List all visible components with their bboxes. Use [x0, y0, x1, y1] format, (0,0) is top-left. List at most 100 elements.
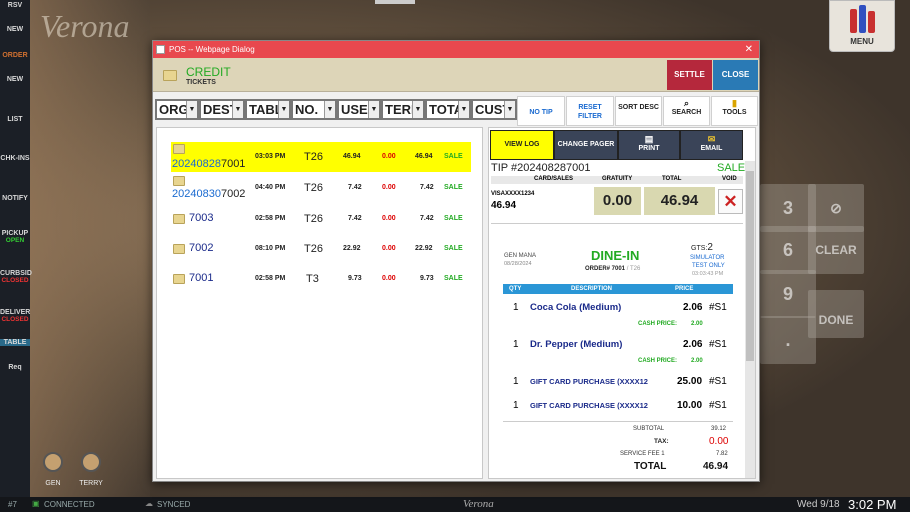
simulator-label: SIMULATOR [690, 255, 725, 261]
connected-icon: ▣ [32, 499, 40, 508]
receipt-date: 08/28/2024 [504, 261, 532, 267]
scrollbar-thumb[interactable] [746, 171, 754, 361]
price-header: PRICE [675, 286, 694, 292]
ticket-table: T26 [304, 243, 323, 255]
ticket-total: 46.94 [415, 153, 433, 160]
change-pager-button[interactable]: CHANGE PAGER [554, 130, 618, 160]
item-description: GIFT CARD PURCHASE (XXXX12 [530, 377, 648, 386]
email-button[interactable]: ✉ EMAIL [680, 130, 743, 160]
nav-new-order[interactable]: NEW [0, 76, 30, 83]
ticket-tip: 0.00 [382, 184, 396, 191]
filter-number[interactable]: NO. ▼ [291, 99, 337, 120]
ticket-amount: 46.94 [343, 153, 361, 160]
search-label: SEARCH [671, 109, 702, 116]
nav-delivery[interactable]: DELIVER CLOSED [0, 309, 30, 323]
nav-curbside[interactable]: CURBSID CLOSED [0, 270, 32, 284]
cash-price-label: CASH PRICE: [638, 321, 678, 327]
item-price: 25.00 [677, 376, 703, 387]
nav-req[interactable]: Req [0, 364, 30, 371]
staff-terry[interactable]: TERRY [76, 452, 106, 494]
menu-button[interactable]: MENU [829, 0, 895, 52]
ticket-amount: 9.73 [348, 275, 362, 282]
folder-icon [163, 70, 177, 81]
tools-label: TOOLS [722, 109, 747, 116]
staff-name: TERRY [79, 480, 103, 487]
ticket-status: SALE [444, 215, 463, 222]
sale-status: SALE [717, 162, 746, 174]
filter-customer[interactable]: CUST ▼ [471, 99, 517, 120]
email-label: EMAIL [700, 145, 723, 152]
sort-desc-button[interactable]: SORT DESC [615, 96, 662, 126]
ticket-time: 03:03 PM [255, 153, 286, 160]
guest-count: GTS:2 [691, 242, 713, 253]
dialog-header: CREDIT TICKETS SETTLE CLOSE [153, 58, 759, 92]
filter-org[interactable]: ORG ▼ [155, 99, 199, 120]
search-icon: ⌕ [683, 98, 690, 108]
keypad-done: DONE [808, 290, 864, 338]
tools-button[interactable]: ▮ TOOLS [711, 96, 758, 126]
gratuity-field[interactable]: 0.00 [594, 187, 641, 215]
subtotal-label: SUBTOTAL [633, 426, 665, 432]
filter-user[interactable]: USER ▼ [337, 99, 381, 120]
settle-button[interactable]: SETTLE [667, 60, 712, 90]
avatar-icon [81, 452, 101, 472]
table-row[interactable]: 7003 02:58 PM T26 7.42 0.00 7.42 SALE [171, 206, 471, 236]
divider [491, 223, 743, 224]
tools-icon: ▮ [732, 98, 737, 108]
subtotal-value: 39.12 [711, 426, 727, 432]
filter-dest[interactable]: DEST ▼ [199, 99, 245, 120]
service-fee-label: SERVICE FEE 1 [620, 451, 665, 457]
nav-table[interactable]: TABLE [0, 339, 30, 346]
ticket-table: T3 [306, 273, 319, 285]
chevron-down-icon: ▼ [278, 101, 289, 118]
total-field: 46.94 [644, 187, 715, 215]
ticket-total: 7.42 [420, 215, 434, 222]
receipt-time: 03:03:43 PM [692, 271, 724, 277]
ticket-amount: 7.42 [348, 184, 362, 191]
table-row[interactable]: 202408307002 04:40 PM T26 7.42 0.00 7.42… [171, 174, 471, 204]
dialog-close-icon[interactable]: ✕ [745, 41, 753, 58]
ticket-status: SALE [444, 184, 463, 191]
folder-icon [173, 244, 185, 254]
footer-brand: Verona [463, 498, 494, 510]
nav-check-ins[interactable]: CHK-INS [0, 155, 30, 162]
scrollbar[interactable] [745, 161, 755, 478]
item-price: 2.06 [683, 302, 703, 313]
nav-new-rsv[interactable]: NEW [0, 26, 30, 33]
reset-filter-button[interactable]: RESET FILTER [566, 96, 614, 126]
status-bar: #7 ▣ CONNECTED ☁ SYNCED Verona Wed 9/18 … [0, 497, 910, 512]
search-button[interactable]: ⌕ SEARCH [663, 96, 710, 126]
description-header: DESCRIPTION [571, 286, 613, 292]
station-number: #7 [8, 500, 17, 509]
ticket-id-prefix: 20240830 [172, 188, 221, 200]
header-subtitle: TICKETS [186, 79, 216, 86]
void-header: VOID [722, 176, 737, 182]
nav-list[interactable]: LIST [0, 116, 30, 123]
filter-terminal[interactable]: TERM ▼ [381, 99, 425, 120]
receipt-columns [503, 284, 733, 294]
tip-ticket-id: TIP #202408287001 [491, 162, 591, 174]
no-tip-button[interactable]: NO TIP [517, 96, 565, 126]
nav-rsv[interactable]: RSV [0, 2, 30, 9]
view-log-button[interactable]: VIEW LOG [490, 130, 554, 160]
test-only-label: TEST ONLY [692, 263, 725, 269]
filter-total[interactable]: TOTA ▼ [425, 99, 471, 120]
chevron-down-icon: ▼ [186, 101, 197, 118]
item-qty: 1 [513, 376, 519, 387]
close-button[interactable]: CLOSE [713, 60, 758, 90]
ticket-tip: 0.00 [382, 215, 396, 222]
filter-label: ORG [159, 102, 189, 117]
filter-table[interactable]: TABL ▼ [245, 99, 291, 120]
nav-notify[interactable]: NOTIFY [0, 195, 30, 202]
item-seat: #S1 [709, 302, 727, 313]
void-x-icon[interactable]: ✕ [718, 189, 743, 214]
table-row[interactable]: 202408287001 03:03 PM T26 46.94 0.00 46.… [171, 142, 471, 172]
grand-total-label: TOTAL [634, 461, 667, 472]
table-row[interactable]: 7002 08:10 PM T26 22.92 0.00 22.92 SALE [171, 236, 471, 266]
table-row[interactable]: 7001 02:58 PM T3 9.73 0.00 9.73 SALE [171, 266, 471, 296]
print-button[interactable]: ▤ PRINT [618, 130, 680, 160]
menu-label: MENU [850, 37, 874, 46]
staff-gen[interactable]: GEN [38, 452, 68, 494]
header-title: CREDIT [186, 65, 231, 79]
nav-pickup[interactable]: PICKUP OPEN [0, 230, 30, 244]
